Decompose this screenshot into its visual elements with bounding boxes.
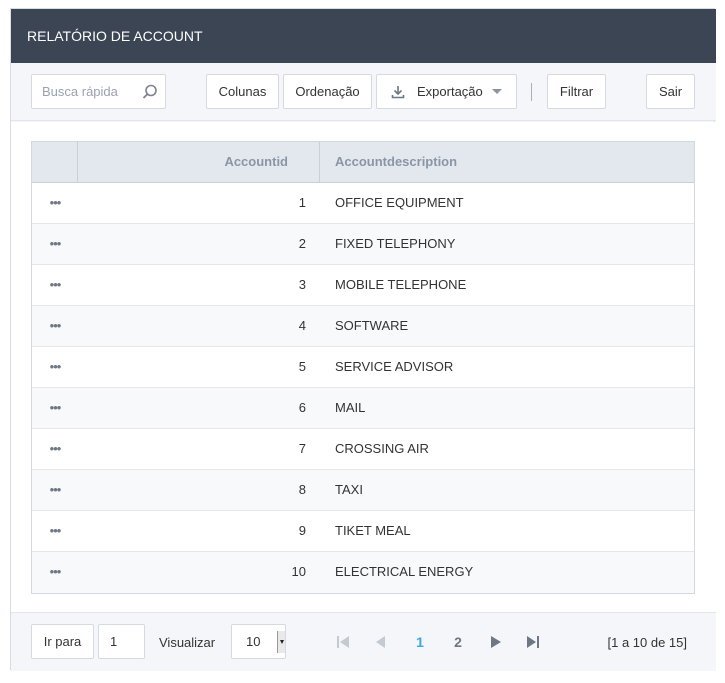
- row-menu-icon[interactable]: •••: [46, 483, 64, 497]
- toolbar: Colunas Ordenação Exportação Filtrar Sai…: [11, 63, 716, 121]
- accountid-cell: 4: [298, 318, 306, 333]
- grid-area: Accountid Accountdescription ••• 1 OFFICE …: [11, 122, 716, 612]
- row-menu-icon[interactable]: •••: [46, 565, 64, 579]
- row-menu-icon[interactable]: •••: [46, 442, 64, 456]
- accountid-cell: 2: [298, 236, 306, 251]
- table-row[interactable]: ••• 9 TIKET MEAL: [32, 511, 694, 552]
- report-window: RELATÓRIO DE ACCOUNT Colunas Ordenação E…: [10, 8, 716, 671]
- table-row[interactable]: ••• 5 SERVICE ADVISOR: [32, 347, 694, 388]
- grid-body: ••• 1 OFFICE EQUIPMENT ••• 2 FIXED TELEPHONY •…: [32, 183, 694, 593]
- toolbar-divider: [531, 83, 532, 101]
- accountid-cell: 5: [298, 359, 306, 374]
- columns-button[interactable]: Colunas: [206, 74, 279, 109]
- caret-down-icon: [492, 89, 502, 94]
- data-grid: Accountid Accountdescription ••• 1 OFFICE …: [31, 141, 695, 594]
- goto-button[interactable]: Ir para: [31, 624, 94, 659]
- export-label: Exportação: [417, 84, 483, 99]
- search-input[interactable]: [32, 75, 132, 108]
- accountid-cell: 3: [298, 277, 306, 292]
- table-row[interactable]: ••• 8 TAXI: [32, 470, 694, 511]
- table-row[interactable]: ••• 3 MOBILE TELEPHONE: [32, 265, 694, 306]
- next-page-icon[interactable]: [489, 635, 503, 649]
- accountid-cell: 6: [298, 400, 306, 415]
- page-1-link[interactable]: 1: [411, 613, 429, 672]
- row-menu-icon[interactable]: •••: [46, 319, 64, 333]
- accountdescription-cell: SOFTWARE: [335, 318, 409, 333]
- table-row[interactable]: ••• 1 OFFICE EQUIPMENT: [32, 183, 694, 224]
- row-menu-icon[interactable]: •••: [46, 196, 64, 210]
- actions-column-header: [32, 142, 78, 182]
- view-label: Visualizar: [159, 635, 216, 650]
- page-size-select[interactable]: 10: [231, 624, 286, 659]
- row-menu-icon[interactable]: •••: [46, 237, 64, 251]
- search-icon[interactable]: [141, 83, 159, 101]
- select-arrow-icon[interactable]: [277, 631, 285, 653]
- accountid-cell: 1: [298, 195, 306, 210]
- grid-header: Accountid Accountdescription: [32, 142, 694, 183]
- exit-button[interactable]: Sair: [646, 74, 695, 109]
- quick-search: [31, 74, 166, 109]
- page-size-value: 10: [246, 634, 261, 649]
- column-header-accountid[interactable]: Accountid: [78, 142, 320, 182]
- accountid-cell: 9: [298, 523, 306, 538]
- window-title: RELATÓRIO DE ACCOUNT: [11, 9, 716, 63]
- filter-button[interactable]: Filtrar: [547, 74, 606, 109]
- table-row[interactable]: ••• 6 MAIL: [32, 388, 694, 429]
- accountdescription-cell: SERVICE ADVISOR: [335, 359, 454, 374]
- accountdescription-cell: TIKET MEAL: [335, 523, 411, 538]
- accountdescription-cell: FIXED TELEPHONY: [335, 236, 456, 251]
- download-icon: [391, 86, 405, 99]
- row-menu-icon[interactable]: •••: [46, 278, 64, 292]
- accountdescription-cell: TAXI: [335, 482, 363, 497]
- accountid-cell: 7: [298, 441, 306, 456]
- table-row[interactable]: ••• 4 SOFTWARE: [32, 306, 694, 347]
- row-menu-icon[interactable]: •••: [46, 360, 64, 374]
- column-header-accountdescription[interactable]: Accountdescription: [320, 142, 694, 182]
- row-menu-icon[interactable]: •••: [46, 401, 64, 415]
- first-page-icon[interactable]: [336, 635, 350, 649]
- table-row[interactable]: ••• 7 CROSSING AIR: [32, 429, 694, 470]
- last-page-icon[interactable]: [526, 635, 540, 649]
- accountdescription-cell: MOBILE TELEPHONE: [335, 277, 467, 292]
- pagination-bar: Ir para 1 Visualizar 10 1 2 [1 a 10 de 1…: [11, 612, 716, 671]
- prev-page-icon[interactable]: [373, 635, 387, 649]
- accountdescription-cell: OFFICE EQUIPMENT: [335, 195, 464, 210]
- accountdescription-cell: ELECTRICAL ENERGY: [335, 564, 474, 579]
- accountdescription-cell: MAIL: [335, 400, 366, 415]
- export-button[interactable]: Exportação: [376, 74, 517, 109]
- table-row[interactable]: ••• 10 ELECTRICAL ENERGY: [32, 552, 694, 593]
- goto-page-input[interactable]: 1: [98, 624, 145, 659]
- row-menu-icon[interactable]: •••: [46, 524, 64, 538]
- table-row[interactable]: ••• 2 FIXED TELEPHONY: [32, 224, 694, 265]
- accountid-cell: 8: [298, 482, 306, 497]
- record-range: [1 a 10 de 15]: [607, 635, 687, 650]
- order-button[interactable]: Ordenação: [283, 74, 372, 109]
- accountdescription-cell: CROSSING AIR: [335, 441, 429, 456]
- page-2-link[interactable]: 2: [449, 613, 467, 672]
- accountid-cell: 10: [291, 564, 306, 579]
